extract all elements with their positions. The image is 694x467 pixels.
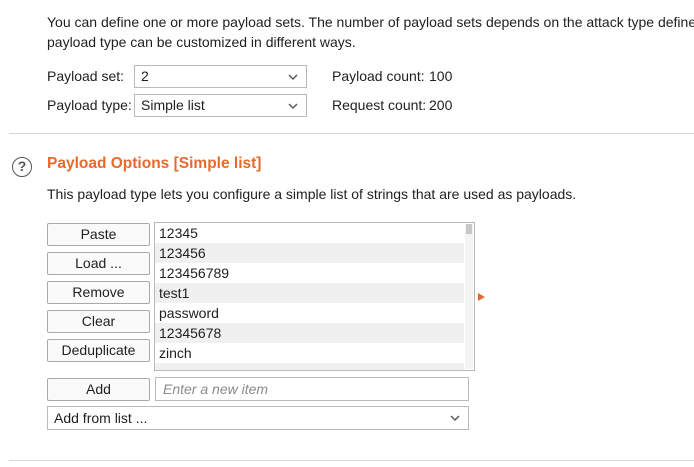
payload-set-value: 2 <box>141 68 149 84</box>
scrollbar-thumb[interactable] <box>466 224 472 234</box>
payload-count-value: 100 <box>429 68 453 84</box>
deduplicate-button[interactable]: Deduplicate <box>47 339 150 362</box>
payload-type-value: Simple list <box>141 97 205 113</box>
add-button[interactable]: Add <box>47 378 150 401</box>
section-divider <box>9 460 694 461</box>
list-item[interactable]: password <box>155 303 464 323</box>
chevron-down-icon <box>288 103 298 109</box>
clear-button[interactable]: Clear <box>47 310 150 333</box>
payload-options-title: Payload Options [Simple list] <box>47 155 262 172</box>
list-item[interactable]: test1 <box>155 283 464 303</box>
payload-type-label: Payload type: <box>47 97 132 113</box>
list-item[interactable]: 123456789 <box>155 263 464 283</box>
paste-button[interactable]: Paste <box>47 223 150 246</box>
request-count-label: Request count: <box>332 97 427 113</box>
payload-set-select[interactable]: 2 <box>134 65 307 88</box>
add-from-list-select[interactable]: Add from list ... <box>47 406 469 430</box>
section-divider <box>9 133 694 134</box>
payload-sets-description-line2: payload type can be customized in differ… <box>47 34 356 50</box>
payload-count-label: Payload count: <box>332 68 425 84</box>
add-from-list-value: Add from list ... <box>54 410 148 426</box>
caret-right-icon <box>478 293 485 301</box>
chevron-down-icon <box>450 415 460 421</box>
payload-list[interactable]: 12345 123456 123456789 test1 password 12… <box>154 222 475 371</box>
list-item-partial <box>155 363 464 370</box>
remove-button[interactable]: Remove <box>47 281 150 304</box>
list-scrollbar[interactable] <box>465 224 473 369</box>
chevron-down-icon <box>288 74 298 80</box>
list-item[interactable]: 123456 <box>155 243 464 263</box>
new-item-input[interactable] <box>155 377 469 401</box>
payload-type-select[interactable]: Simple list <box>134 94 307 117</box>
request-count-value: 200 <box>429 97 453 113</box>
list-item[interactable]: 12345 <box>155 223 464 243</box>
help-circle-icon[interactable]: ? <box>12 157 32 177</box>
load-button[interactable]: Load ... <box>47 252 150 275</box>
list-item[interactable]: 12345678 <box>155 323 464 343</box>
list-item[interactable]: zinch <box>155 343 464 363</box>
payload-sets-description-line1: You can define one or more payload sets.… <box>47 14 694 30</box>
payload-set-label: Payload set: <box>47 68 125 84</box>
payload-options-description: This payload type lets you configure a s… <box>47 186 577 202</box>
